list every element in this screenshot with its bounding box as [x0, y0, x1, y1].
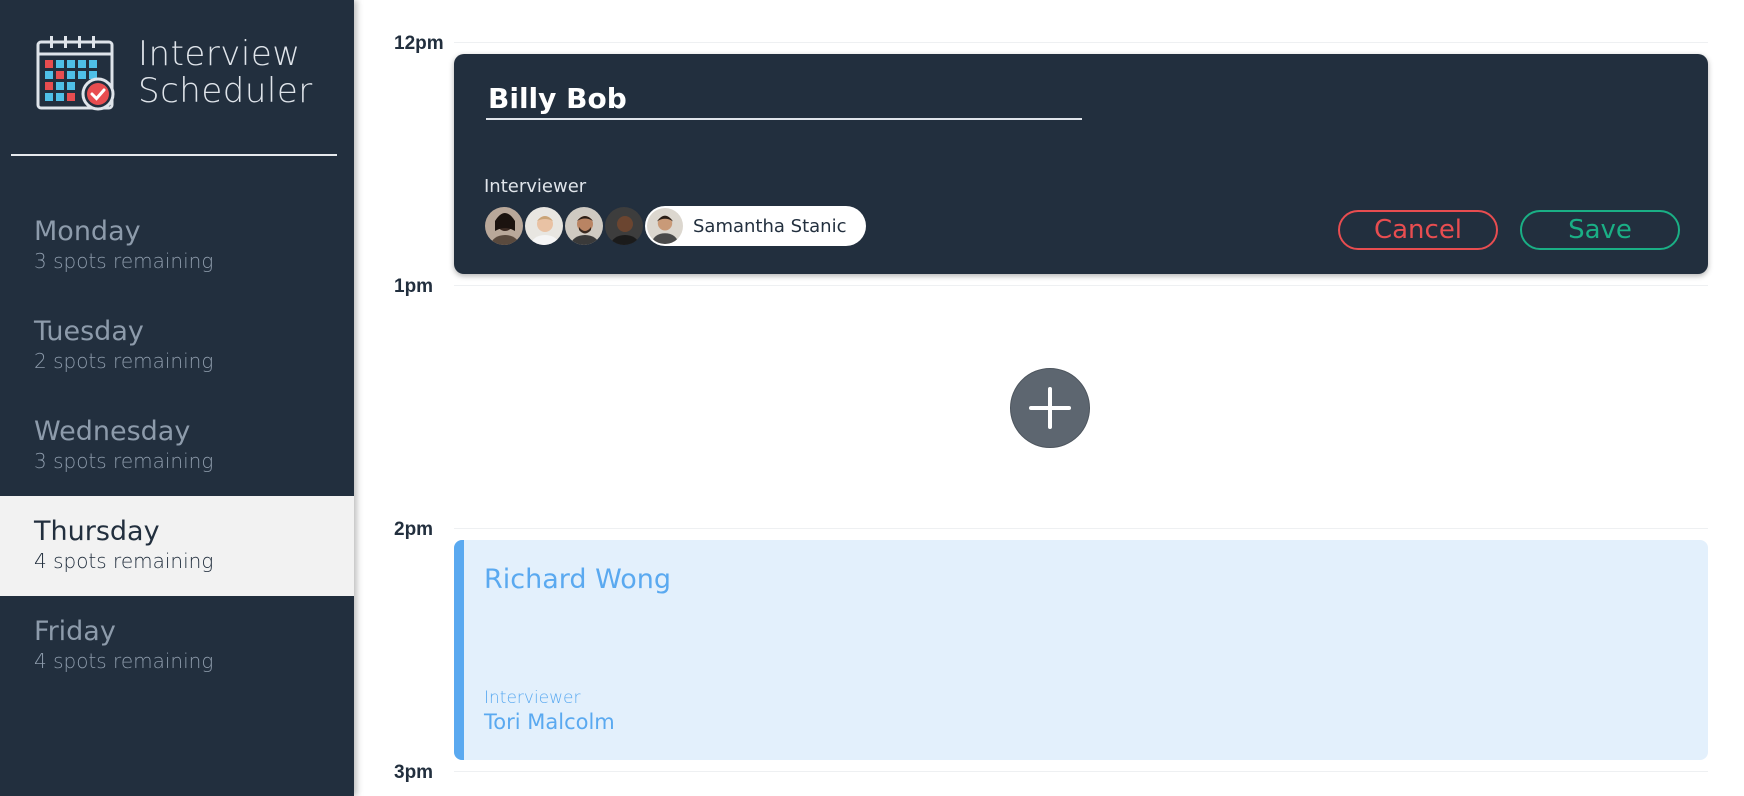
- interviewer-avatar[interactable]: [484, 206, 524, 246]
- interviewer-list: Samantha Stanic: [484, 206, 867, 246]
- appointment-form: Interviewer Samantha Stanic Cancel Save: [454, 54, 1708, 274]
- slot-divider: [454, 285, 1708, 286]
- day-name: Monday: [34, 216, 141, 247]
- day-list: Monday 3 spots remaining Tuesday 2 spots…: [0, 196, 354, 696]
- time-label-12pm: 12pm: [394, 33, 444, 54]
- day-name: Tuesday: [34, 316, 144, 347]
- time-label-1pm: 1pm: [394, 276, 434, 297]
- plus-icon: [1029, 387, 1071, 429]
- add-appointment-button[interactable]: [1010, 368, 1090, 448]
- interviewer-label: Interviewer: [484, 176, 587, 197]
- selected-interviewer[interactable]: Samantha Stanic: [645, 206, 867, 246]
- appointment-card[interactable]: Richard Wong Interviewer Tori Malcolm: [454, 540, 1708, 760]
- schedule: 12pm 1pm 2pm 3pm Interviewer: [354, 0, 1744, 796]
- time-label-2pm: 2pm: [394, 519, 434, 540]
- day-name: Friday: [34, 616, 116, 647]
- cancel-button[interactable]: Cancel: [1338, 210, 1498, 250]
- day-spots: 4 spots remaining: [34, 549, 214, 573]
- appointment-accent-bar: [454, 540, 464, 760]
- sidebar-divider: [11, 154, 337, 156]
- day-spots: 2 spots remaining: [34, 349, 214, 373]
- day-spots: 4 spots remaining: [34, 649, 214, 673]
- interviewer-avatar[interactable]: [604, 206, 644, 246]
- sidebar: Interview Scheduler Monday 3 spots remai…: [0, 0, 354, 796]
- day-item-tuesday[interactable]: Tuesday 2 spots remaining: [0, 296, 354, 396]
- appointment-interviewer-name: Tori Malcolm: [484, 710, 615, 734]
- interviewer-avatar[interactable]: [564, 206, 604, 246]
- interviewer-avatar[interactable]: [524, 206, 564, 246]
- student-name-input[interactable]: [486, 78, 1082, 120]
- day-item-friday[interactable]: Friday 4 spots remaining: [0, 596, 354, 696]
- time-label-3pm: 3pm: [394, 762, 434, 783]
- day-item-monday[interactable]: Monday 3 spots remaining: [0, 196, 354, 296]
- day-spots: 3 spots remaining: [34, 249, 214, 273]
- brand: Interview Scheduler: [36, 34, 313, 112]
- day-spots: 3 spots remaining: [34, 449, 214, 473]
- day-item-wednesday[interactable]: Wednesday 3 spots remaining: [0, 396, 354, 496]
- selected-interviewer-name: Samantha Stanic: [693, 215, 847, 237]
- day-name: Wednesday: [34, 416, 191, 447]
- slot-divider: [454, 528, 1708, 529]
- slot-divider: [454, 771, 1708, 772]
- appointment-interviewer-label: Interviewer: [484, 688, 581, 708]
- interviewer-avatar: [647, 208, 683, 244]
- app-title: Interview Scheduler: [138, 34, 313, 111]
- day-item-thursday[interactable]: Thursday 4 spots remaining: [0, 496, 354, 596]
- calendar-logo-icon: [36, 36, 115, 111]
- slot-divider: [454, 42, 1708, 43]
- save-button[interactable]: Save: [1520, 210, 1680, 250]
- appointment-student-name: Richard Wong: [484, 564, 671, 595]
- day-name: Thursday: [34, 516, 160, 547]
